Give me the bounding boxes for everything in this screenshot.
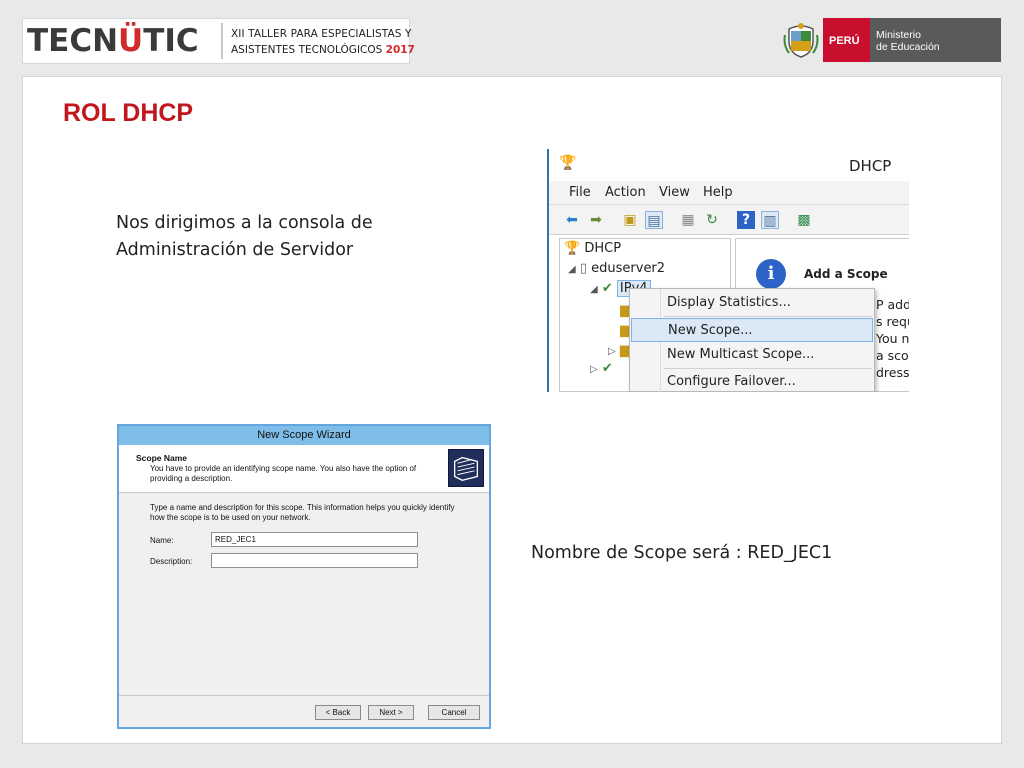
logo-prefix: TECN: [27, 23, 119, 59]
wizard-instructions: Type a name and description for this sco…: [150, 503, 455, 522]
wizard-footer-divider: [119, 695, 489, 696]
tree-item-dhcp[interactable]: 🏆 DHCP: [564, 241, 621, 256]
ipv6-node-icon: ✔: [601, 361, 613, 376]
event-title-text: ASISTENTES TECNOLÓGICOS: [231, 44, 386, 56]
dhcp-console-screenshot: 🏆 DHCP File Action View Help ⬅ ➡ ▣ ▤ ▦ ↻…: [547, 149, 909, 392]
ministry-line2: de Educación: [876, 41, 940, 53]
menu-action[interactable]: Action: [605, 185, 646, 200]
detail-line: s requ: [876, 314, 909, 329]
ipv4-node-icon: ✔: [601, 281, 613, 296]
slide-title: ROL DHCP: [63, 99, 194, 127]
dhcp-window-title: DHCP: [849, 157, 892, 175]
up-folder-icon[interactable]: ▣: [621, 211, 639, 229]
peru-label: PERÚ: [823, 18, 870, 62]
event-year: 2017: [385, 44, 415, 56]
expand-arrow-icon[interactable]: ▷: [590, 364, 598, 375]
ministry-logo: PERÚ Ministerio de Educación: [783, 18, 1001, 62]
menu-item-configure-failover[interactable]: Configure Failover...: [631, 370, 873, 392]
menu-item-display-statistics[interactable]: Display Statistics...: [631, 291, 873, 315]
tree-item-ipv6[interactable]: ▷ ✔: [590, 361, 613, 376]
tree-label-server: eduserver2: [591, 261, 666, 276]
menu-item-new-multicast-scope[interactable]: New Multicast Scope...: [631, 343, 873, 367]
scope-name-caption: Nombre de Scope será : RED_JEC1: [531, 543, 833, 563]
event-title-line2: ASISTENTES TECNOLÓGICOS 2017: [231, 44, 415, 56]
detail-line: a scop: [876, 348, 909, 363]
dhcp-titlebar: 🏆 DHCP: [549, 149, 909, 181]
menu-file[interactable]: File: [569, 185, 591, 200]
menu-item-new-scope[interactable]: New Scope...: [631, 318, 873, 342]
dhcp-app-icon: 🏆: [559, 155, 577, 171]
refresh-icon[interactable]: ↻: [703, 211, 721, 229]
tree-item-server[interactable]: ◢ ▯ eduserver2: [568, 261, 665, 276]
event-title-line1: XII TALLER PARA ESPECIALISTAS Y: [231, 28, 412, 40]
wizard-header: Scope Name You have to provide an identi…: [119, 445, 489, 493]
ministry-line1: Ministerio: [876, 29, 921, 41]
detail-line: dresse: [876, 365, 909, 380]
back-arrow-icon[interactable]: ⬅: [563, 211, 581, 229]
description-label: Description:: [150, 557, 193, 566]
info-icon: i: [756, 259, 786, 289]
show-action-pane-icon[interactable]: ▥: [761, 211, 779, 229]
next-button[interactable]: Next >: [368, 705, 414, 720]
menu-separator: [664, 368, 872, 369]
detail-line: P add: [876, 297, 909, 312]
properties-icon[interactable]: ▦: [679, 211, 697, 229]
menu-separator: [664, 316, 872, 317]
new-scope-wizard: New Scope Wizard Scope Name You have to …: [117, 424, 491, 729]
forward-arrow-icon[interactable]: ➡: [587, 211, 605, 229]
collapse-arrow-icon[interactable]: ◢: [568, 264, 576, 275]
logo-divider: [221, 23, 223, 59]
tecnotic-logo: TECNÜTIC XII TALLER PARA ESPECIALISTAS Y…: [22, 18, 415, 64]
expand-arrow-icon[interactable]: ▷: [608, 346, 616, 357]
wizard-step-title: Scope Name: [136, 453, 188, 463]
scope-name-input[interactable]: [211, 532, 418, 547]
context-menu: Display Statistics... New Scope... New M…: [629, 288, 875, 392]
peru-coat-of-arms-icon: [783, 23, 819, 58]
menu-help[interactable]: Help: [703, 185, 733, 200]
intro-line2: Administración de Servidor: [116, 240, 354, 260]
collapse-arrow-icon[interactable]: ◢: [590, 284, 598, 295]
dhcp-menubar: File Action View Help: [549, 181, 909, 205]
logo-wordmark: TECNÜTIC: [27, 22, 199, 60]
menu-view[interactable]: View: [659, 185, 690, 200]
dhcp-node-icon: 🏆: [564, 241, 581, 256]
show-tree-icon[interactable]: ▤: [645, 211, 663, 229]
monitor-icon[interactable]: ▩: [795, 211, 813, 229]
back-button[interactable]: < Back: [315, 705, 361, 720]
tree-folder-3[interactable]: ▷ ▆: [608, 343, 630, 358]
logo-suffix: TIC: [143, 23, 199, 59]
dhcp-toolbar: ⬅ ➡ ▣ ▤ ▦ ↻ ? ▥ ▩: [549, 205, 909, 235]
cancel-button[interactable]: Cancel: [428, 705, 480, 720]
intro-text: Nos dirigimos a la consola de Administra…: [116, 210, 436, 264]
ministry-name: Ministerio de Educación: [870, 18, 1001, 62]
slide-content: ROL DHCP Nos dirigimos a la consola de A…: [22, 76, 1002, 744]
server-icon: ▯: [579, 261, 587, 276]
logo-highlight: Ü: [118, 23, 144, 59]
wizard-titlebar: New Scope Wizard: [119, 426, 489, 445]
wizard-folder-icon: [448, 449, 484, 487]
detail-line: You n: [876, 331, 909, 346]
name-label: Name:: [150, 536, 174, 545]
add-scope-title: Add a Scope: [804, 267, 888, 281]
slide-header: TECNÜTIC XII TALLER PARA ESPECIALISTAS Y…: [0, 0, 1024, 66]
intro-line1: Nos dirigimos a la consola de: [116, 213, 373, 233]
wizard-step-description: You have to provide an identifying scope…: [150, 464, 417, 483]
help-icon[interactable]: ?: [737, 211, 755, 229]
tree-label-dhcp: DHCP: [584, 241, 622, 256]
scope-description-input[interactable]: [211, 553, 418, 568]
